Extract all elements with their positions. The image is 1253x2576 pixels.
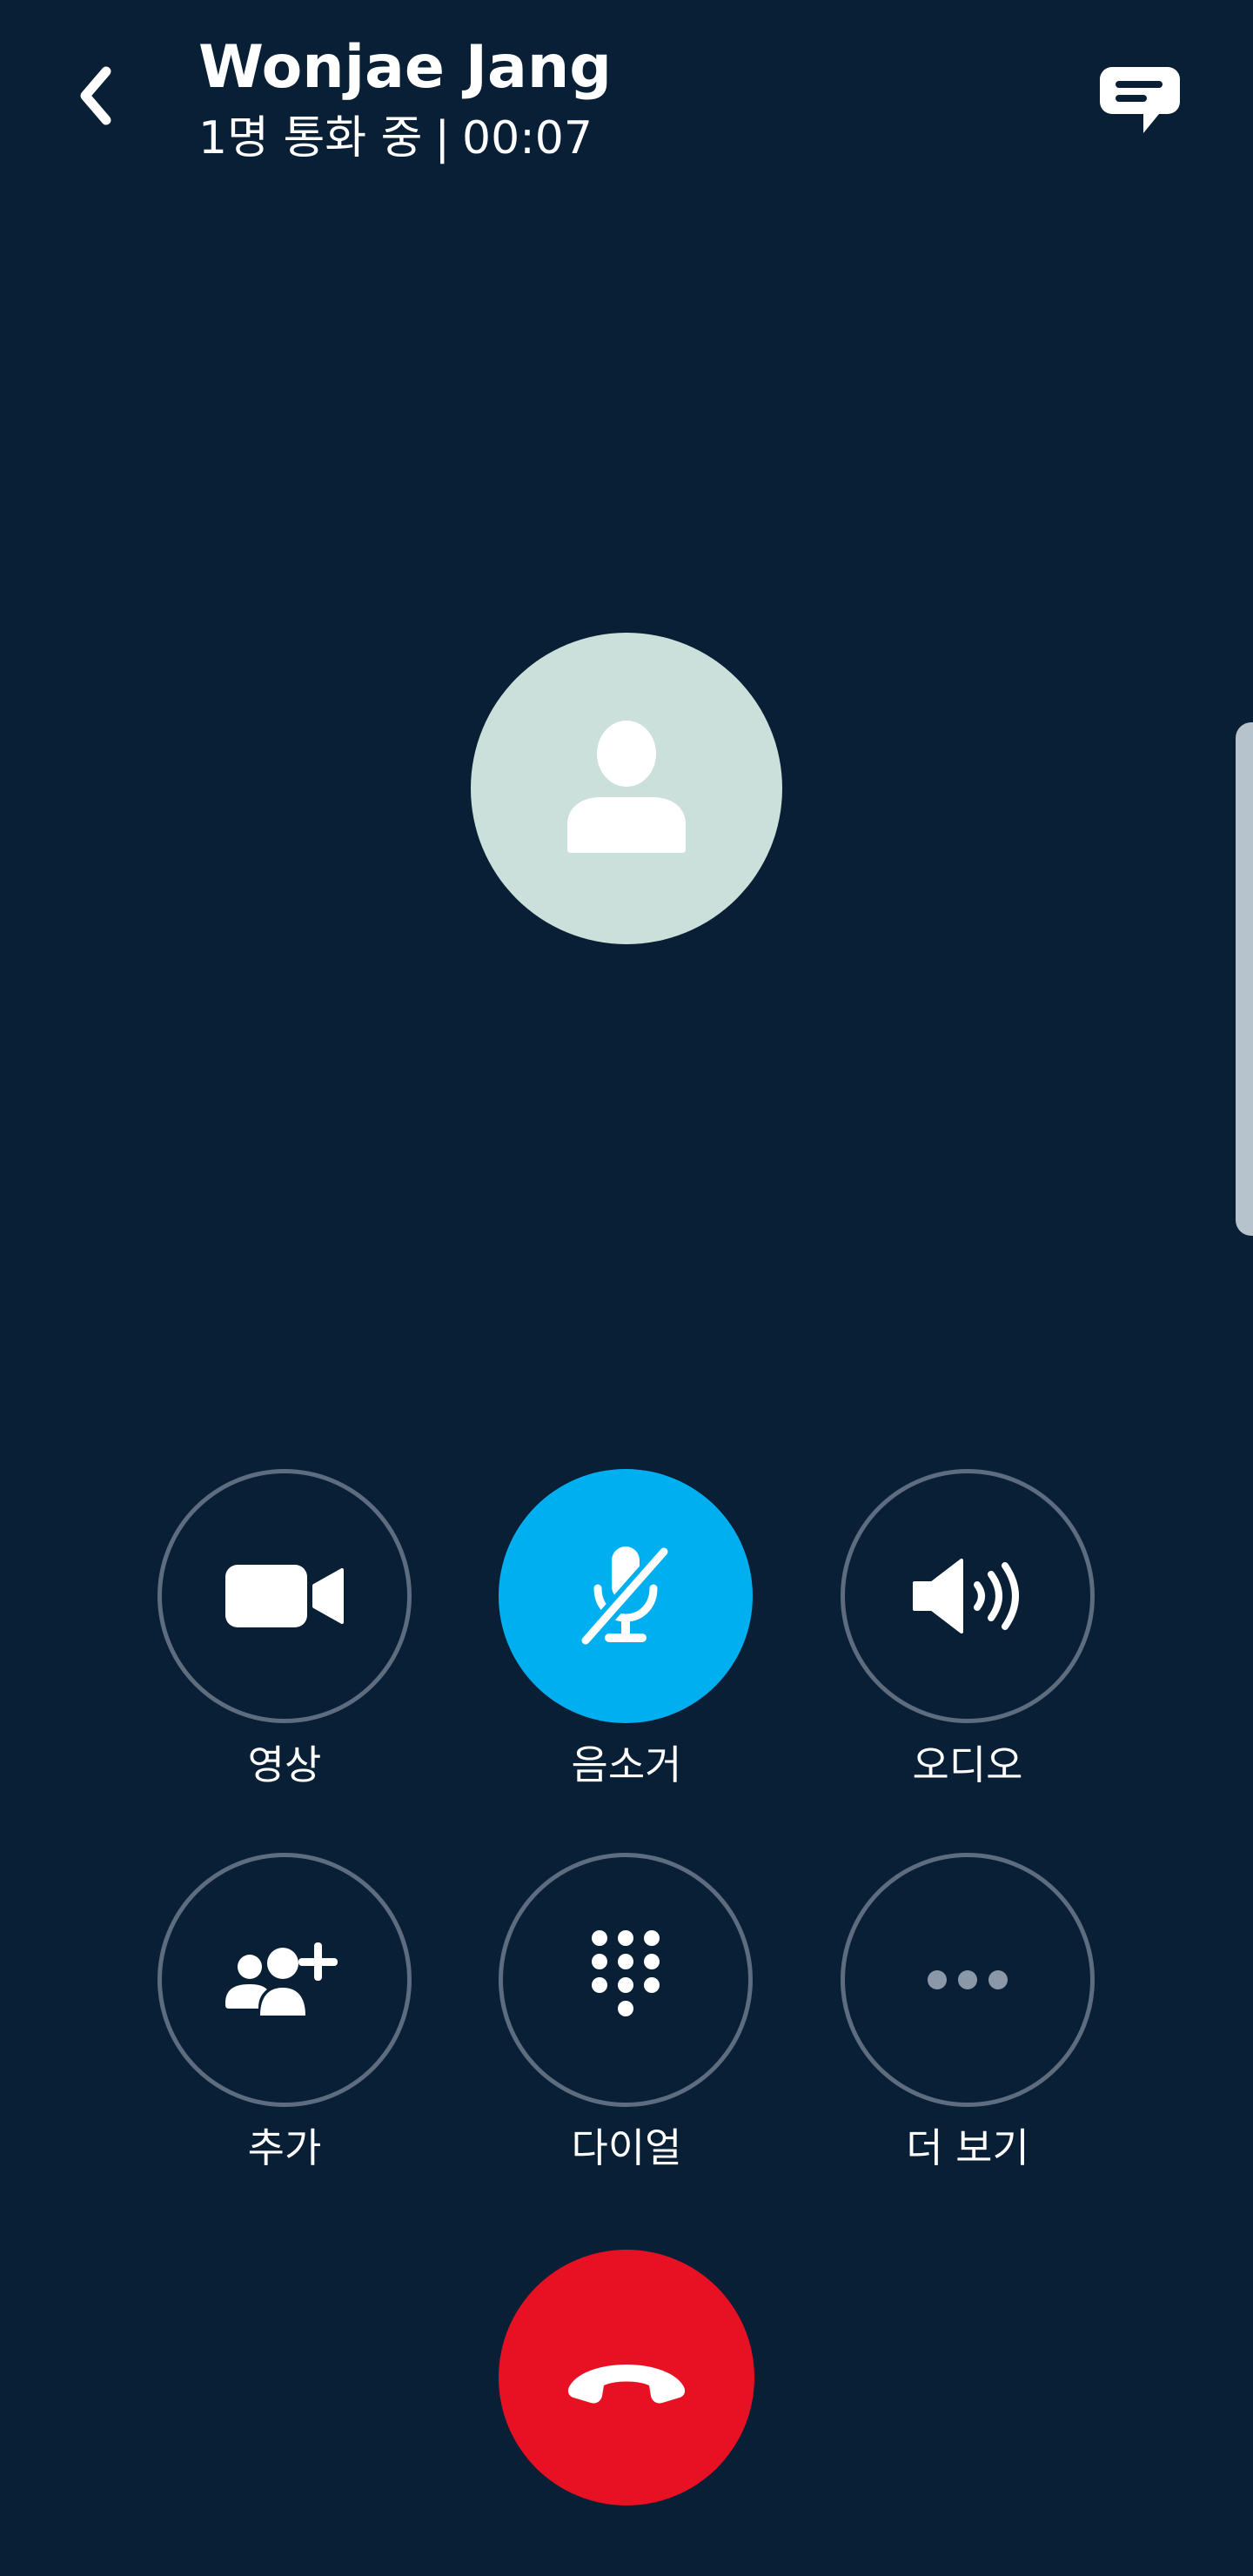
microphone-muted-icon xyxy=(577,1543,673,1649)
dialpad-button[interactable] xyxy=(499,1853,753,2107)
add-people-icon xyxy=(225,1942,338,2016)
chat-bubble-icon xyxy=(1100,67,1180,133)
back-button[interactable] xyxy=(61,61,131,131)
mute-label: 음소거 xyxy=(571,1741,682,1788)
add-participant-button[interactable] xyxy=(157,1853,412,2107)
call-screen: Wonjae Jang 1명 통화 중 | 00:07 영상 음소거 오디오 추… xyxy=(0,0,1253,2576)
avatar xyxy=(471,633,782,944)
mute-button[interactable] xyxy=(499,1469,753,1723)
call-duration: 00:07 xyxy=(462,112,593,164)
dialpad-icon xyxy=(592,1930,660,2016)
participant-count: 1명 통화 중 xyxy=(198,112,423,164)
end-call-phone-icon xyxy=(567,2365,686,2404)
chevron-left-icon xyxy=(80,66,111,125)
person-icon xyxy=(567,721,686,853)
video-label: 영상 xyxy=(247,1741,322,1788)
video-camera-icon xyxy=(225,1565,344,1627)
video-button[interactable] xyxy=(157,1469,412,1723)
add-label: 추가 xyxy=(247,2124,322,2171)
more-button[interactable] xyxy=(841,1853,1095,2107)
side-panel-handle[interactable] xyxy=(1236,722,1253,1236)
speaker-icon xyxy=(913,1559,1019,1633)
chat-button[interactable] xyxy=(1092,57,1188,144)
more-label: 더 보기 xyxy=(906,2124,1029,2171)
audio-label: 오디오 xyxy=(912,1741,1023,1788)
audio-button[interactable] xyxy=(841,1469,1095,1723)
end-call-button[interactable] xyxy=(499,2250,754,2506)
call-status: 1명 통화 중 | 00:07 xyxy=(198,108,593,169)
status-separator: | xyxy=(434,112,451,164)
more-dots-icon xyxy=(928,1970,1008,1989)
contact-name: Wonjae Jang xyxy=(198,33,612,102)
dialpad-label: 다이얼 xyxy=(571,2124,682,2171)
